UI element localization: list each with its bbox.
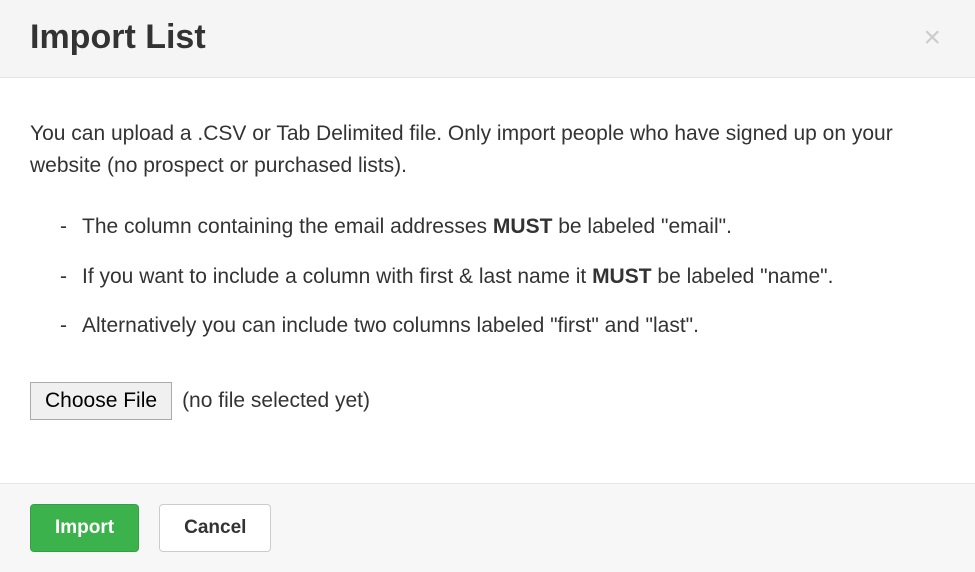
choose-file-button[interactable]: Choose File: [30, 382, 172, 420]
list-text-pre: Alternatively you can include two column…: [82, 314, 699, 337]
list-item: Alternatively you can include two column…: [60, 310, 945, 342]
modal-title: Import List: [30, 18, 206, 57]
list-text-post: be labeled "name".: [652, 265, 834, 288]
list-text-pre: The column containing the email addresse…: [82, 215, 493, 238]
modal-body: You can upload a .CSV or Tab Delimited f…: [0, 78, 975, 483]
intro-text: You can upload a .CSV or Tab Delimited f…: [30, 118, 945, 181]
cancel-button[interactable]: Cancel: [159, 504, 271, 552]
list-text-post: be labeled "email".: [552, 215, 732, 238]
list-item: If you want to include a column with fir…: [60, 261, 945, 293]
modal-footer: Import Cancel: [0, 483, 975, 572]
list-text-pre: If you want to include a column with fir…: [82, 265, 592, 288]
import-button[interactable]: Import: [30, 504, 139, 552]
modal-header: Import List ×: [0, 0, 975, 78]
list-text-strong: MUST: [493, 215, 553, 238]
import-list-modal: Import List × You can upload a .CSV or T…: [0, 0, 975, 572]
list-item: The column containing the email addresse…: [60, 211, 945, 243]
file-picker-row: Choose File (no file selected yet): [30, 382, 945, 420]
list-text-strong: MUST: [592, 265, 652, 288]
file-status-text: (no file selected yet): [182, 389, 370, 413]
instructions-list: The column containing the email addresse…: [30, 211, 945, 342]
close-icon[interactable]: ×: [919, 23, 945, 53]
